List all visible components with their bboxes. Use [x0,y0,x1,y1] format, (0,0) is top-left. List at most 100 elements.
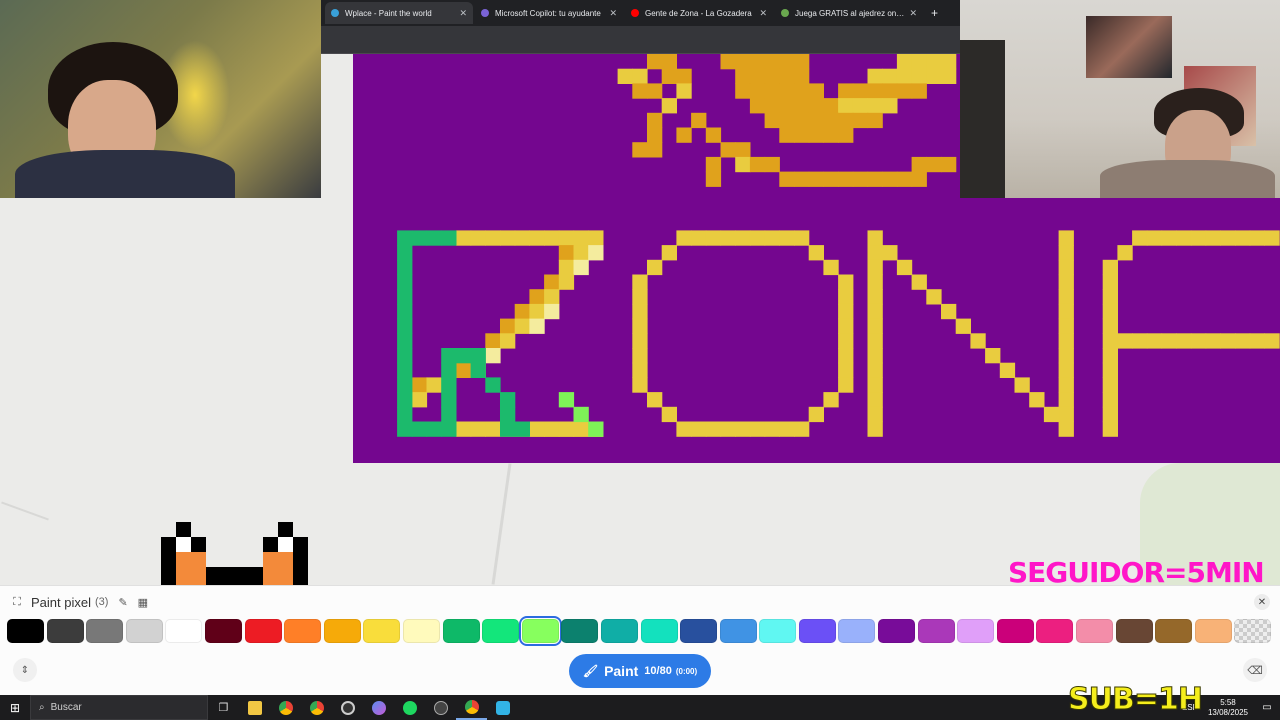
canvas-pixel[interactable] [911,156,927,173]
canvas-pixel[interactable] [1132,333,1148,349]
canvas-pixel[interactable] [1176,230,1192,246]
close-icon[interactable]: ✕ [609,8,617,19]
clock[interactable]: 5:58 13/08/2025 [1208,698,1248,718]
canvas-pixel[interactable] [485,333,501,349]
tab-chess[interactable]: Juega GRATIS al ajedrez online ✕ [775,2,923,24]
canvas-pixel[interactable] [632,142,648,158]
canvas-pixel[interactable] [794,54,810,70]
canvas-pixel[interactable] [867,421,883,437]
canvas-pixel[interactable] [867,230,883,246]
canvas-pixel[interactable] [1014,377,1030,393]
canvas-pixel[interactable] [470,348,486,364]
canvas-pixel[interactable] [691,230,707,246]
file-explorer-icon[interactable] [239,695,270,720]
canvas-pixel[interactable] [470,421,486,437]
canvas-pixel[interactable] [617,68,633,84]
canvas-pixel[interactable] [647,392,663,408]
canvas-pixel[interactable] [647,112,663,129]
canvas-pixel[interactable] [1235,333,1251,349]
canvas-pixel[interactable] [838,98,854,114]
taskbar-search[interactable]: ⌕ Buscar [30,695,208,720]
color-swatch[interactable] [798,619,836,643]
color-swatch[interactable] [957,619,995,643]
canvas-pixel[interactable] [647,83,663,99]
color-swatch[interactable] [125,619,163,643]
canvas-pixel[interactable] [514,318,530,334]
canvas-pixel[interactable] [647,54,663,70]
close-icon[interactable]: ✕ [909,8,917,19]
canvas-pixel[interactable] [397,303,413,320]
canvas-pixel[interactable] [1146,333,1163,349]
canvas-pixel[interactable] [426,421,442,437]
canvas-pixel[interactable] [455,230,472,246]
canvas-pixel[interactable] [529,303,545,320]
canvas-pixel[interactable] [573,259,589,276]
canvas-pixel[interactable] [1058,230,1074,246]
canvas-pixel[interactable] [735,142,751,158]
canvas-pixel[interactable] [558,245,575,261]
canvas-pixel[interactable] [441,362,457,378]
canvas-pixel[interactable] [441,230,457,246]
canvas-pixel[interactable] [1132,230,1148,246]
color-swatch[interactable] [640,619,678,643]
canvas-pixel[interactable] [838,112,854,129]
canvas-pixel[interactable] [911,54,927,70]
canvas-pixel[interactable] [573,421,589,437]
canvas-pixel[interactable] [794,112,810,129]
canvas-pixel[interactable] [823,98,839,114]
tab-copilot[interactable]: Microsoft Copilot: tu ayudante ✕ [475,2,623,24]
canvas-pixel[interactable] [764,156,780,173]
tab-youtube[interactable]: Gente de Zona - La Gozadera ✕ [625,2,773,24]
color-swatch[interactable] [878,619,916,643]
canvas-pixel[interactable] [808,83,824,99]
eraser-button[interactable]: ⌫ [1243,658,1267,682]
canvas-pixel[interactable] [896,54,913,70]
canvas-pixel[interactable] [500,318,516,334]
canvas-pixel[interactable] [426,230,442,246]
canvas-pixel[interactable] [455,421,472,437]
canvas-pixel[interactable] [1102,259,1118,276]
canvas-pixel[interactable] [632,289,648,305]
color-swatch[interactable] [442,619,480,643]
canvas-pixel[interactable] [397,274,413,290]
canvas-pixel[interactable] [397,421,413,437]
obs-icon[interactable] [332,695,363,720]
canvas-pixel[interactable] [1058,259,1074,276]
canvas-pixel[interactable] [1220,333,1236,349]
canvas-pixel[interactable] [397,333,413,349]
canvas-pixel[interactable] [705,171,722,187]
canvas-pixel[interactable] [749,421,766,437]
canvas-pixel[interactable] [470,230,486,246]
canvas-pixel[interactable] [764,421,780,437]
canvas-pixel[interactable] [470,362,486,378]
canvas-pixel[interactable] [896,171,913,187]
canvas-pixel[interactable] [867,112,883,129]
color-swatch[interactable] [518,616,562,646]
canvas-pixel[interactable] [867,377,883,393]
canvas-pixel[interactable] [544,289,560,305]
canvas-pixel[interactable] [632,68,648,84]
canvas-pixel[interactable] [867,406,883,423]
canvas-pixel[interactable] [1102,377,1118,393]
canvas-pixel[interactable] [1117,333,1133,349]
color-swatch[interactable] [1036,619,1074,643]
color-swatch[interactable] [759,619,797,643]
canvas-pixel[interactable] [676,83,692,99]
canvas-pixel[interactable] [1058,377,1074,393]
canvas-pixel[interactable] [808,406,824,423]
canvas-pixel[interactable] [632,362,648,378]
canvas-pixel[interactable] [970,333,986,349]
canvas-pixel[interactable] [1102,421,1118,437]
grid-icon[interactable]: ▦ [138,596,148,609]
color-swatch[interactable] [1115,619,1153,643]
canvas-pixel[interactable] [735,83,751,99]
canvas-pixel[interactable] [632,333,648,349]
canvas-pixel[interactable] [941,54,957,70]
canvas-pixel[interactable] [397,392,413,408]
canvas-pixel[interactable] [838,289,854,305]
close-icon[interactable]: ✕ [759,8,767,19]
canvas-pixel[interactable] [1117,245,1133,261]
color-swatch[interactable] [323,619,361,643]
canvas-pixel[interactable] [779,54,795,70]
canvas-pixel[interactable] [823,112,839,129]
